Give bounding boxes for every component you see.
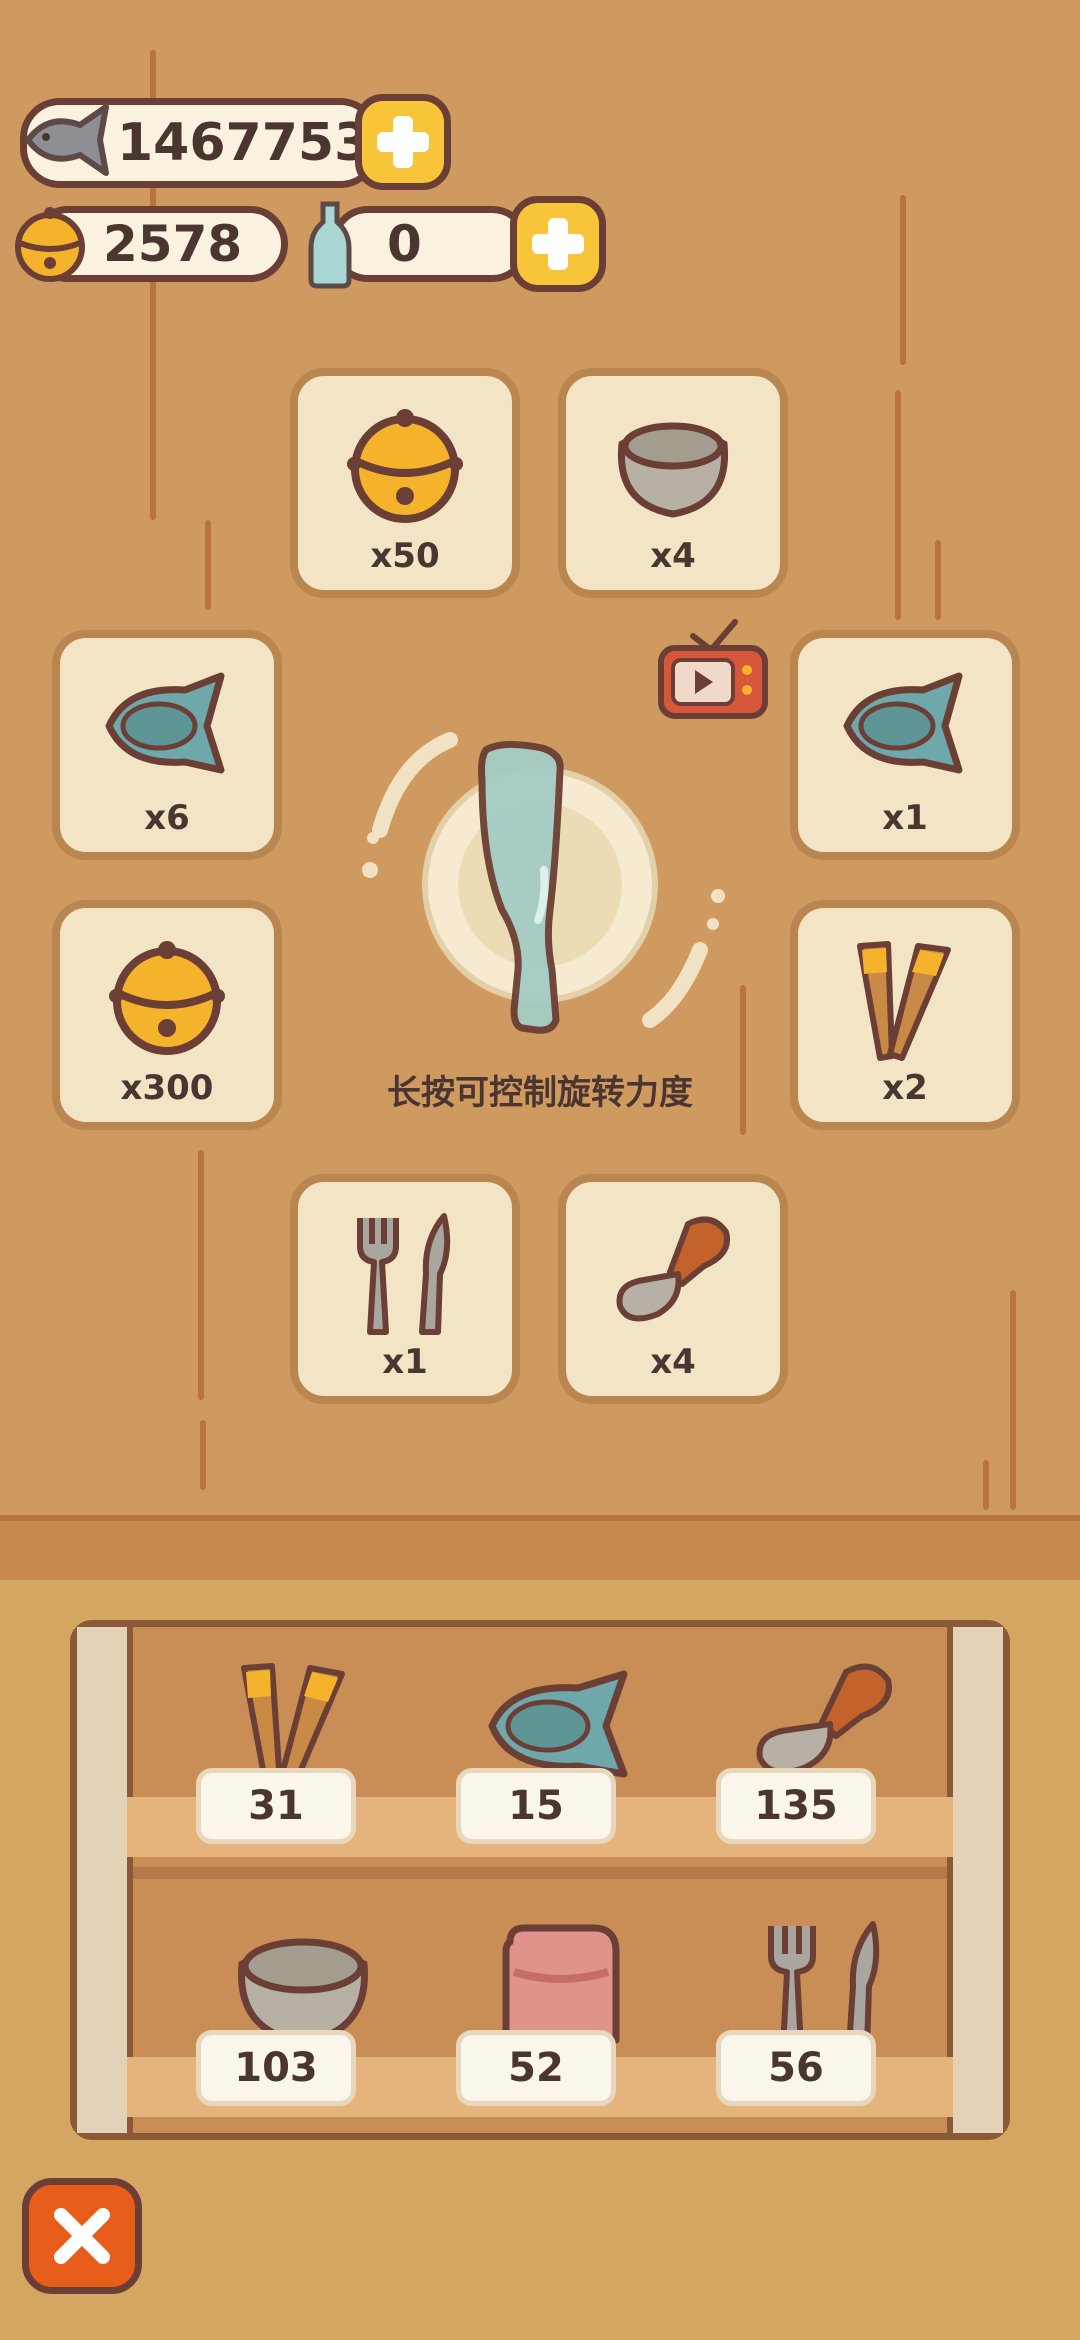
inventory-count: 103: [196, 2030, 356, 2106]
bottle-icon: [478, 741, 564, 1034]
tv-icon: [658, 619, 768, 719]
inventory-count: 52: [456, 2030, 616, 2106]
add-bottle-button[interactable]: [510, 196, 606, 292]
bottle-currency-value: 0: [387, 215, 422, 273]
reward-tile: x6: [52, 630, 282, 860]
reward-quantity: x4: [650, 1342, 696, 1382]
inventory-count: 31: [196, 1768, 356, 1844]
reward-quantity: x6: [144, 798, 190, 838]
spin-hint-text: 长按可控制旋转力度: [387, 1073, 693, 1113]
bottle-currency-display: 0: [330, 206, 530, 282]
watch-ad-button[interactable]: [655, 612, 770, 722]
fish-plate-icon: [843, 672, 963, 774]
bell-currency-value: 2578: [103, 215, 243, 273]
wall-crack: [900, 195, 906, 365]
inventory-count: 15: [456, 1768, 616, 1844]
wall-crack: [935, 540, 941, 620]
reward-tile: x1: [290, 1174, 520, 1404]
wall-crack: [895, 390, 901, 620]
cutlery-icon: [357, 1213, 451, 1335]
wall-crack: [198, 1150, 204, 1400]
reward-quantity: x1: [382, 1342, 428, 1382]
wood-rail: [0, 1515, 1080, 1589]
add-fish-button[interactable]: [355, 94, 451, 190]
reward-tile: x1: [790, 630, 1020, 860]
reward-quantity: x4: [650, 536, 696, 576]
bell-icon: [109, 941, 225, 1055]
close-button[interactable]: [22, 2178, 142, 2294]
chopsticks-icon: [857, 941, 951, 1061]
inventory-count: 56: [716, 2030, 876, 2106]
bowl-icon: [617, 422, 729, 518]
reward-quantity: x1: [882, 798, 928, 838]
bell-icon: [15, 207, 85, 282]
fish-currency-value: 1467753: [117, 113, 371, 173]
inventory-count: 135: [716, 1768, 876, 1844]
reward-tile: x4: [558, 368, 788, 598]
reward-tile: x50: [290, 368, 520, 598]
bottle-icon: [308, 201, 352, 289]
fish-icon: [25, 104, 109, 176]
bell-icon: [347, 409, 463, 523]
spinner-wheel[interactable]: [340, 720, 740, 1040]
close-icon: [54, 2208, 110, 2264]
fish-plate-icon: [488, 1670, 628, 1778]
wall-crack: [983, 1460, 989, 1510]
wall-crack: [1010, 1290, 1016, 1510]
wall-crack: [200, 1420, 206, 1490]
shelf-divider: [127, 1867, 953, 1879]
shelf-side-left: [77, 1627, 133, 2133]
fish-plate-icon: [105, 672, 225, 774]
wall-crack: [205, 520, 211, 610]
shelf-side-right: [947, 1627, 1003, 2133]
reward-tile: x4: [558, 1174, 788, 1404]
ladle-icon: [616, 1216, 730, 1322]
reward-quantity: x50: [370, 536, 440, 576]
